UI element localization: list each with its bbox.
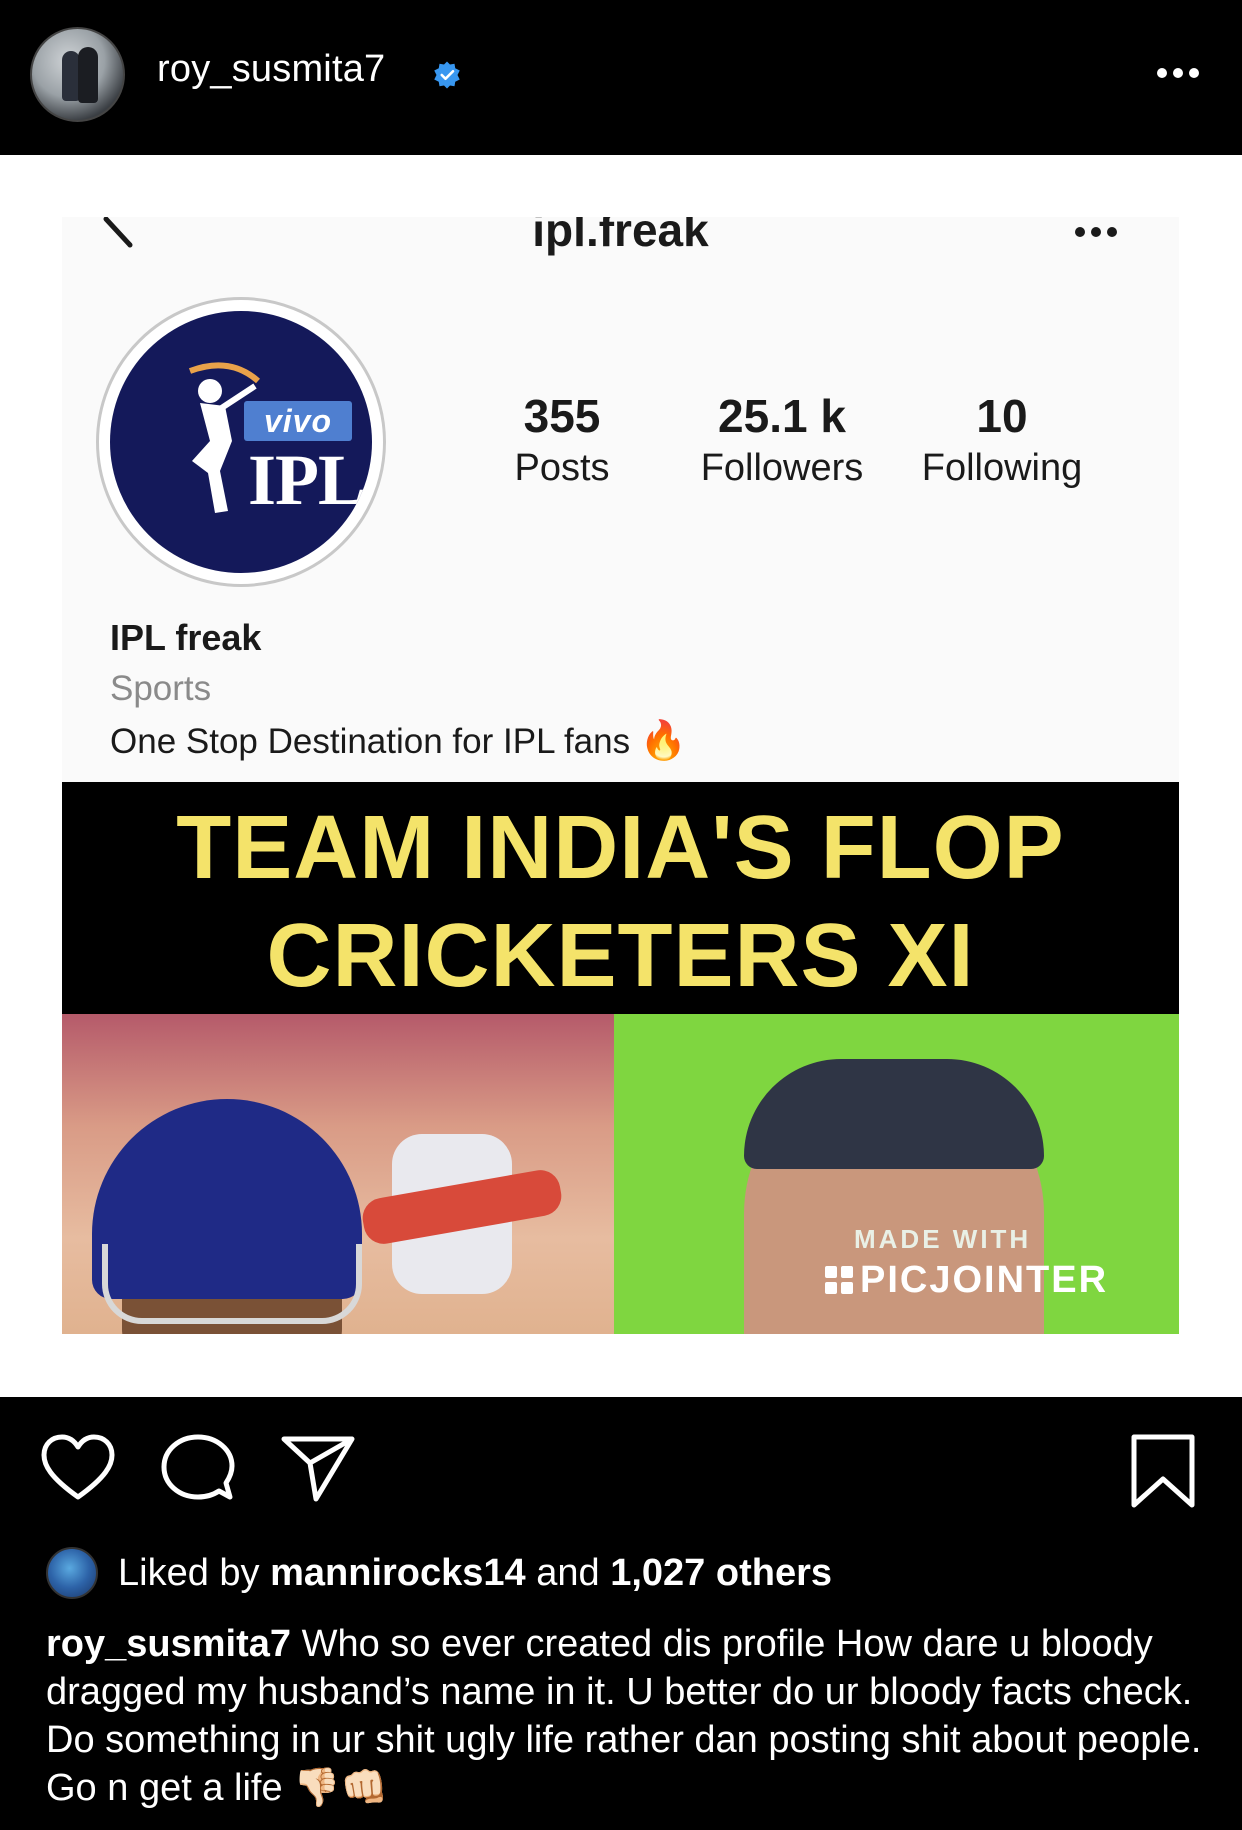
vivo-label: vivo [263, 403, 333, 439]
cricketer-photo-left [62, 1014, 614, 1334]
post-thumbnail: TEAM INDIA'S FLOP CRICKETERS XI MADE WIT… [62, 782, 1179, 1334]
verified-badge-icon [434, 61, 460, 89]
watermark-made-with: MADE WITH [854, 1224, 1032, 1254]
likes-prefix: Liked by [118, 1551, 260, 1594]
author-username[interactable]: roy_susmita7 [157, 48, 385, 91]
followers-count: 25.1 k [718, 390, 846, 442]
following-label: Following [921, 447, 1083, 489]
watermark-brand: PICJOINTER [824, 1259, 1108, 1302]
stat-posts: 355 Posts [482, 389, 642, 490]
posts-count: 355 [523, 390, 601, 442]
post-caption: roy_susmita7 Who so ever created dis pro… [46, 1620, 1206, 1812]
watermark-brand-text: PICJOINTER [860, 1259, 1109, 1301]
profile-screenshot: ipl.freak vivo IPL 355 Posts 25.1 k Foll… [62, 217, 1179, 1334]
cricketer-photo-right: MADE WITH PICJOINTER [614, 1014, 1179, 1334]
caption-username[interactable]: roy_susmita7 [46, 1623, 291, 1665]
more-options-icon[interactable] [1154, 58, 1202, 88]
fire-emoji: 🔥 [639, 720, 688, 762]
post-header: roy_susmita7 [0, 0, 1242, 155]
like-heart-icon[interactable] [40, 1433, 116, 1503]
more-options-icon [1075, 227, 1117, 237]
bookmark-icon[interactable] [1128, 1433, 1198, 1509]
profile-name: IPL freak [110, 617, 262, 658]
action-bar [0, 1397, 1242, 1537]
likes-text[interactable]: Liked by mannirocks14 and 1,027 others [118, 1552, 832, 1595]
post-image[interactable]: ipl.freak vivo IPL 355 Posts 25.1 k Foll… [0, 155, 1242, 1397]
picjointer-logo-icon [825, 1266, 853, 1294]
likes-row[interactable]: Liked by mannirocks14 and 1,027 others [46, 1545, 832, 1601]
ipl-logo: vivo IPL [110, 311, 372, 573]
share-send-icon[interactable] [280, 1433, 356, 1503]
stat-following: 10 Following [902, 389, 1102, 490]
profile-bio: One Stop Destination for IPL fans 🔥 [110, 719, 687, 763]
profile-handle: ipl.freak [532, 217, 709, 256]
vivo-badge: vivo [244, 401, 352, 441]
helmet-grill [102, 1244, 362, 1324]
profile-category: Sports [110, 669, 212, 708]
likes-connector: and [536, 1551, 600, 1594]
bio-text: One Stop Destination for IPL fans [110, 722, 631, 761]
liker-username[interactable]: mannirocks14 [270, 1552, 526, 1594]
player-hair [744, 1059, 1044, 1169]
author-avatar[interactable] [30, 27, 125, 122]
stat-followers: 25.1 k Followers [672, 389, 892, 490]
posts-label: Posts [514, 447, 610, 489]
avatar-figure [78, 47, 98, 103]
thumbnail-title-line: TEAM INDIA'S FLOP [176, 798, 1065, 898]
liker-avatar[interactable] [46, 1547, 98, 1599]
followers-label: Followers [700, 447, 864, 489]
following-count: 10 [976, 390, 1028, 442]
thumbnail-title-line: CRICKETERS XI [266, 906, 975, 1006]
batsman-icon [188, 362, 260, 513]
comment-icon[interactable] [160, 1433, 236, 1503]
likes-others[interactable]: 1,027 others [610, 1552, 832, 1594]
thumbnail-title: TEAM INDIA'S FLOP CRICKETERS XI [62, 794, 1179, 1010]
ipl-label: IPL [248, 440, 366, 520]
